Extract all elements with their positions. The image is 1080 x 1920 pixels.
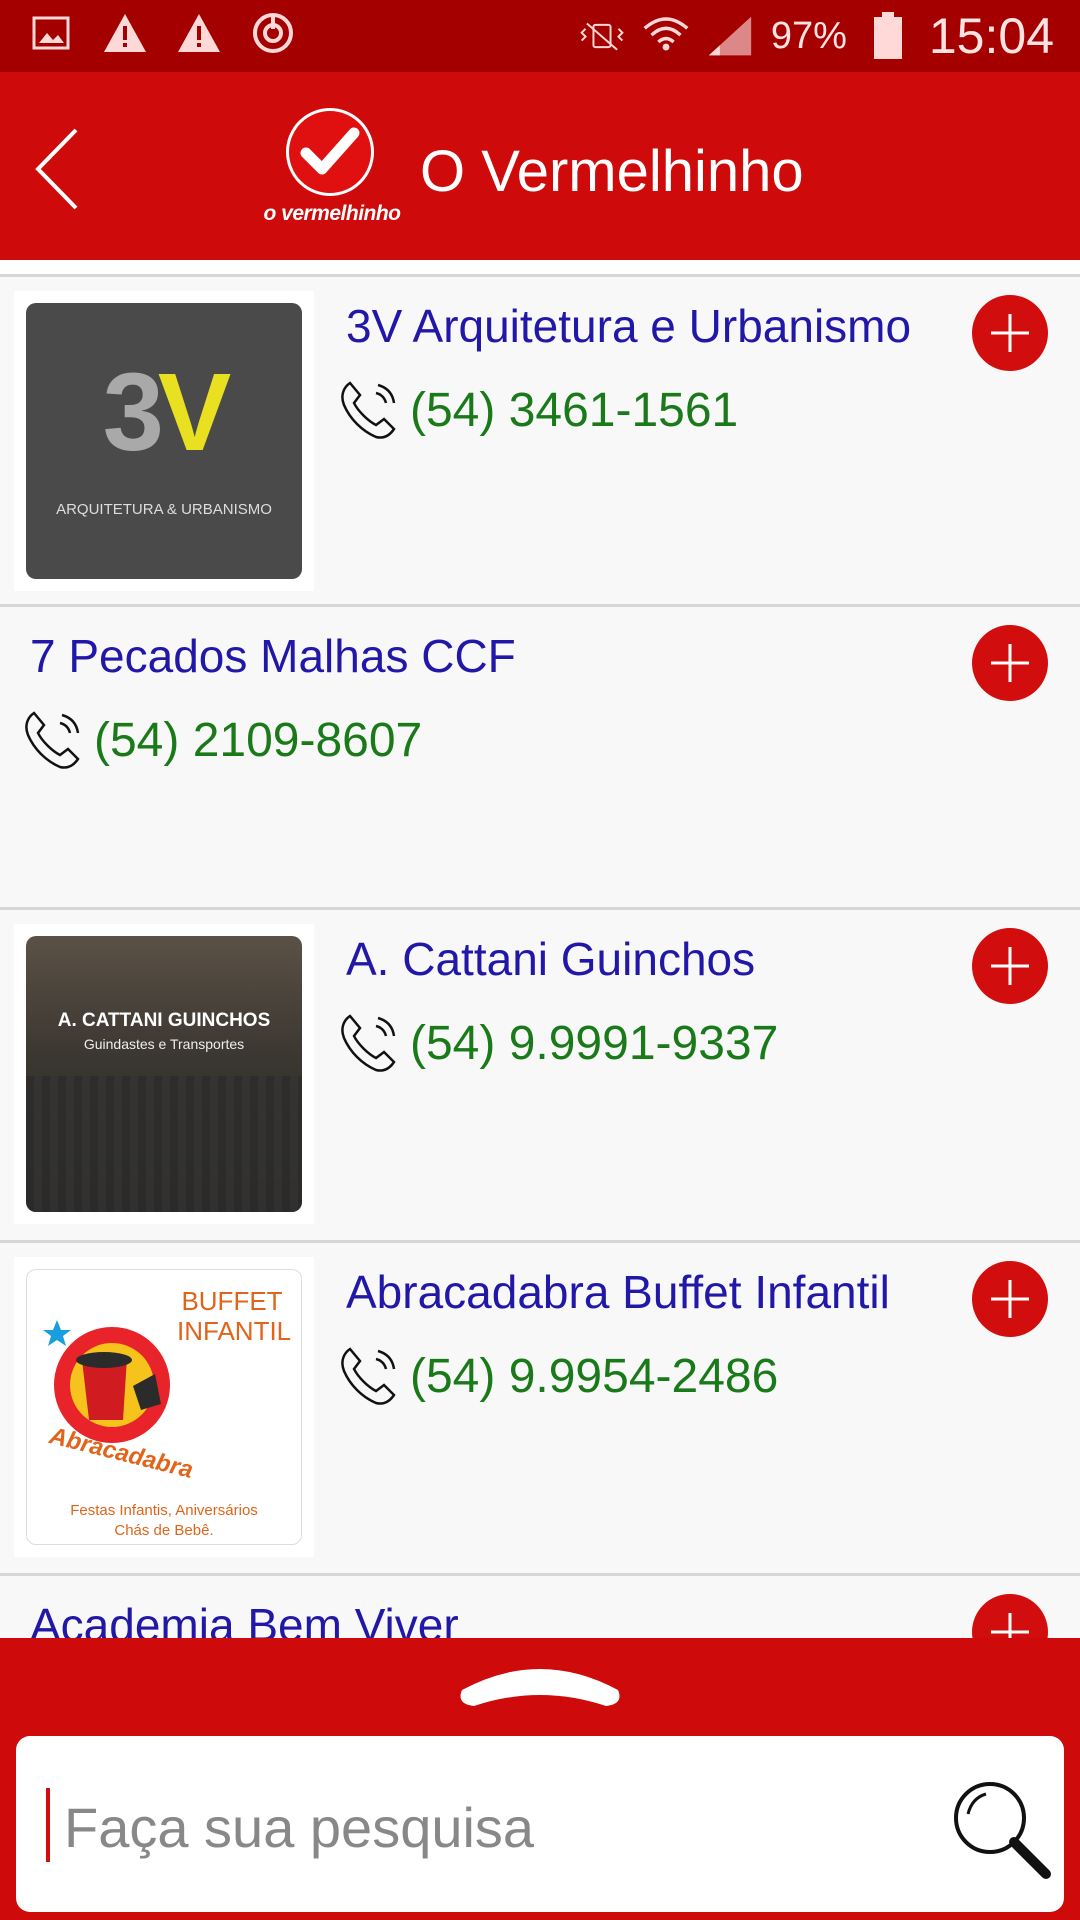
- chevron-left-icon: [35, 128, 78, 210]
- business-list: 3V ARQUITETURA & URBANISMO 3V Arquitetur…: [0, 274, 1080, 1638]
- phone-link[interactable]: (54) 3461-1561: [336, 377, 738, 443]
- expand-handle[interactable]: [456, 1656, 624, 1708]
- phone-icon: [25, 711, 80, 769]
- business-name[interactable]: 7 Pecados Malhas CCF: [30, 629, 516, 683]
- add-button[interactable]: [972, 295, 1048, 371]
- warning-icon: [102, 10, 148, 56]
- thumb-title: A. CATTANI GUINCHOS: [57, 1010, 271, 1031]
- business-thumbnail: A. CATTANI GUINCHOS Guindastes e Transpo…: [14, 924, 314, 1224]
- business-thumbnail: 3V ARQUITETURA & URBANISMO: [14, 291, 314, 591]
- list-item[interactable]: 3V ARQUITETURA & URBANISMO 3V Arquitetur…: [0, 274, 1080, 607]
- phone-icon: [341, 381, 396, 439]
- search-panel: [0, 1638, 1080, 1920]
- thumb-subtitle: ARQUITETURA & URBANISMO: [56, 501, 272, 518]
- text-caret: [46, 1788, 50, 1862]
- business-name[interactable]: A. Cattani Guinchos: [346, 932, 755, 986]
- check-icon: [286, 108, 374, 196]
- search-box[interactable]: [16, 1736, 1064, 1912]
- add-button[interactable]: [972, 625, 1048, 701]
- search-icon[interactable]: [948, 1776, 1052, 1880]
- chevron-up-icon: [460, 1669, 620, 1706]
- add-button[interactable]: [972, 1594, 1048, 1638]
- plus-icon: [991, 1613, 1029, 1638]
- phone-number: (54) 3461-1561: [410, 383, 739, 437]
- thumb-logo-v: V: [157, 351, 231, 474]
- sync-icon: [250, 10, 296, 56]
- phone-link[interactable]: (54) 9.9954-2486: [336, 1343, 778, 1409]
- battery-percentage: 97%: [770, 14, 847, 57]
- plus-icon: [991, 947, 1029, 985]
- add-button[interactable]: [972, 928, 1048, 1004]
- header-divider: [0, 260, 1080, 274]
- thumb-logo-3: 3: [102, 351, 164, 474]
- plus-icon: [991, 644, 1029, 682]
- gallery-notification-icon: [28, 10, 74, 56]
- search-input[interactable]: [62, 1776, 926, 1878]
- warning-icon: [176, 10, 222, 56]
- phone-number: (54) 9.9954-2486: [410, 1349, 779, 1403]
- phone-icon: [341, 1014, 396, 1072]
- app-logo: o vermelhinho: [262, 108, 402, 228]
- business-name[interactable]: 3V Arquitetura e Urbanismo: [346, 299, 911, 353]
- business-name[interactable]: Academia Bem Viver: [30, 1598, 459, 1638]
- list-item[interactable]: Academia Bem Viver: [0, 1576, 1080, 1638]
- page-title: O Vermelhinho: [420, 139, 804, 204]
- list-item[interactable]: A. CATTANI GUINCHOS Guindastes e Transpo…: [0, 910, 1080, 1243]
- app-header: o vermelhinho O Vermelhinho: [0, 72, 1080, 260]
- plus-icon: [991, 314, 1029, 352]
- phone-link[interactable]: (54) 2109-8607: [20, 707, 422, 773]
- phone-link[interactable]: (54) 9.9991-9337: [336, 1010, 778, 1076]
- logo-caption: o vermelhinho: [263, 202, 401, 225]
- vibrate-mute-icon: [579, 13, 625, 59]
- thumb-subtitle: Guindastes e Transportes: [83, 1036, 245, 1052]
- thumb-subtitle-2: Chás de Bebê.: [114, 1522, 214, 1539]
- phone-icon: [341, 1347, 396, 1405]
- list-item[interactable]: 7 Pecados Malhas CCF (54) 2109-8607: [0, 607, 1080, 910]
- back-button[interactable]: [30, 124, 90, 214]
- add-button[interactable]: [972, 1261, 1048, 1337]
- battery-icon: [865, 12, 911, 59]
- phone-number: (54) 9.9991-9337: [410, 1016, 779, 1070]
- plus-icon: [991, 1280, 1029, 1318]
- business-thumbnail: BUFFET INFANTIL Abracadabra Festas Infan…: [14, 1257, 314, 1557]
- phone-number: (54) 2109-8607: [94, 713, 423, 767]
- clock: 15:04: [928, 8, 1054, 64]
- wifi-icon: [643, 13, 689, 59]
- status-bar: 97% 15:04: [0, 0, 1080, 72]
- thumb-title: BUFFET INFANTIL: [177, 1286, 292, 1346]
- list-item[interactable]: BUFFET INFANTIL Abracadabra Festas Infan…: [0, 1243, 1080, 1576]
- signal-icon: [707, 13, 753, 59]
- business-name[interactable]: Abracadabra Buffet Infantil: [346, 1265, 890, 1319]
- thumb-subtitle: Festas Infantis, Aniversários: [70, 1502, 258, 1519]
